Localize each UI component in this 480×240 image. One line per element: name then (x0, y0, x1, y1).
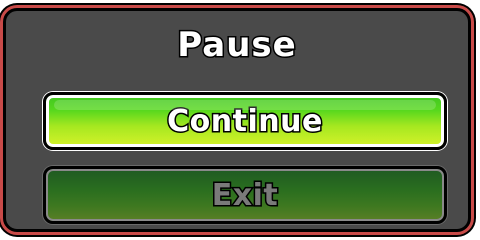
pause-dialog: Pause Continue Exit (3, 8, 471, 232)
continue-button[interactable]: Continue (43, 92, 447, 150)
pause-title: Pause (176, 24, 297, 67)
exit-button[interactable]: Exit (43, 166, 447, 224)
